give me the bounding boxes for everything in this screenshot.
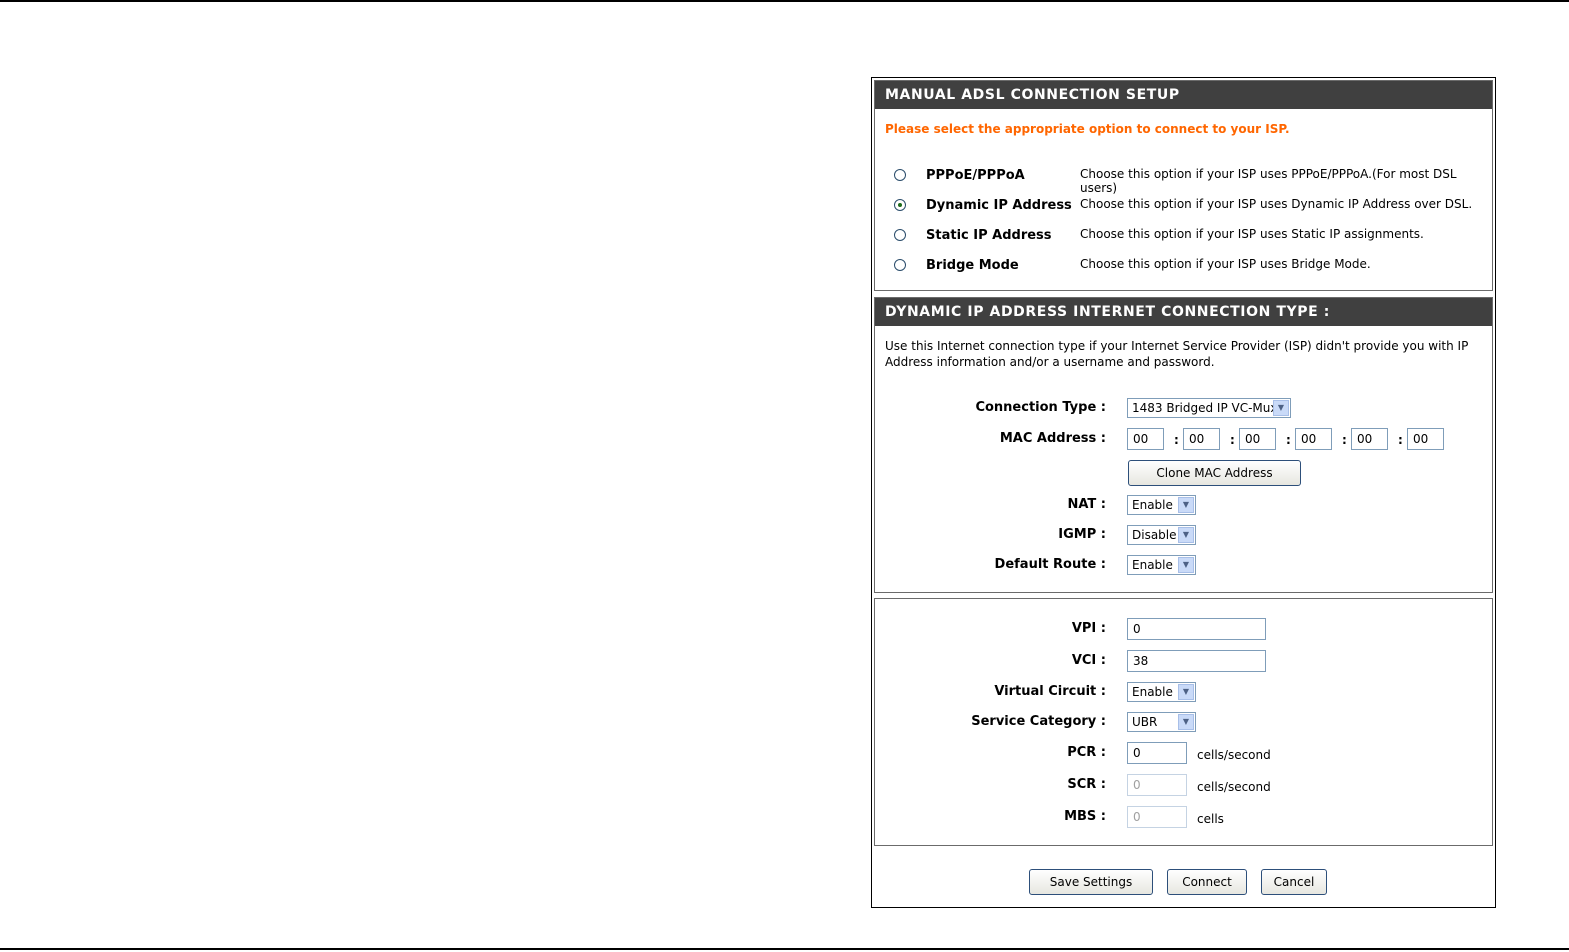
nat-label: NAT : <box>1067 497 1106 512</box>
chevron-down-icon[interactable]: ▼ <box>1178 527 1194 543</box>
dynamic-ip-description: Use this Internet connection type if you… <box>885 339 1469 369</box>
mac-separator: : <box>1398 433 1403 447</box>
isp-prompt: Please select the appropriate option to … <box>885 122 1290 136</box>
vpi-input[interactable]: 0 <box>1127 618 1266 640</box>
pcr-label: PCR : <box>1067 745 1106 760</box>
mac-octet-2[interactable]: 00 <box>1183 428 1220 450</box>
save-settings-button[interactable]: Save Settings <box>1029 869 1153 895</box>
service-category-value: UBR <box>1132 715 1158 729</box>
scr-unit: cells/second <box>1197 780 1271 794</box>
mac-octet-6[interactable]: 00 <box>1407 428 1444 450</box>
mac-separator: : <box>1342 433 1347 447</box>
nat-value: Enable <box>1132 498 1173 512</box>
mac-octet-1[interactable]: 00 <box>1127 428 1164 450</box>
service-category-label: Service Category : <box>971 714 1106 729</box>
connection-type-select[interactable]: 1483 Bridged IP VC-Mux ▼ <box>1127 398 1291 418</box>
mac-address-label: MAC Address : <box>999 431 1106 446</box>
mac-octet-3[interactable]: 00 <box>1239 428 1276 450</box>
mac-octet-4[interactable]: 00 <box>1295 428 1332 450</box>
vci-label: VCI : <box>1071 653 1106 668</box>
dynamic-ip-header: DYNAMIC IP ADDRESS INTERNET CONNECTION T… <box>875 298 1492 326</box>
virtual-circuit-value: Enable <box>1132 685 1173 699</box>
mbs-label: MBS : <box>1064 809 1106 824</box>
igmp-select[interactable]: Disable ▼ <box>1127 525 1196 545</box>
mac-octet-5[interactable]: 00 <box>1351 428 1388 450</box>
connection-type-label: Connection Type : <box>975 400 1106 415</box>
adsl-setup-panel: MANUAL ADSL CONNECTION SETUP Please sele… <box>871 77 1496 908</box>
top-rule <box>0 0 1569 2</box>
dynamic-ip-label: Dynamic IP Address <box>926 198 1072 213</box>
bridge-radio[interactable] <box>894 259 906 271</box>
atm-settings-section: VPI : 0 VCI : 38 Virtual Circuit : Enabl… <box>874 598 1493 846</box>
pcr-unit: cells/second <box>1197 748 1271 762</box>
dynamic-ip-radio[interactable] <box>894 199 906 211</box>
default-route-select[interactable]: Enable ▼ <box>1127 555 1196 575</box>
chevron-down-icon[interactable]: ▼ <box>1273 400 1289 416</box>
connect-button[interactable]: Connect <box>1167 869 1247 895</box>
dynamic-ip-desc: Choose this option if your ISP uses Dyna… <box>1080 197 1473 211</box>
pppoe-desc: Choose this option if your ISP uses PPPo… <box>1080 167 1457 195</box>
scr-input[interactable]: 0 <box>1127 774 1187 796</box>
bridge-desc: Choose this option if your ISP uses Brid… <box>1080 257 1371 271</box>
mbs-unit: cells <box>1197 812 1224 826</box>
static-ip-radio[interactable] <box>894 229 906 241</box>
manual-adsl-header: MANUAL ADSL CONNECTION SETUP <box>875 81 1492 109</box>
chevron-down-icon[interactable]: ▼ <box>1178 714 1194 730</box>
nat-select[interactable]: Enable ▼ <box>1127 495 1196 515</box>
pcr-input[interactable]: 0 <box>1127 742 1187 764</box>
bottom-rule <box>0 948 1569 950</box>
dynamic-ip-section: DYNAMIC IP ADDRESS INTERNET CONNECTION T… <box>874 297 1493 593</box>
virtual-circuit-select[interactable]: Enable ▼ <box>1127 682 1196 702</box>
mbs-input[interactable]: 0 <box>1127 806 1187 828</box>
chevron-down-icon[interactable]: ▼ <box>1178 684 1194 700</box>
manual-adsl-section: MANUAL ADSL CONNECTION SETUP Please sele… <box>874 80 1493 291</box>
bridge-label: Bridge Mode <box>926 258 1019 273</box>
pppoe-radio[interactable] <box>894 169 906 181</box>
static-ip-desc: Choose this option if your ISP uses Stat… <box>1080 227 1424 241</box>
mac-separator: : <box>1174 433 1179 447</box>
static-ip-label: Static IP Address <box>926 228 1052 243</box>
scr-label: SCR : <box>1067 777 1106 792</box>
vpi-label: VPI : <box>1071 621 1106 636</box>
service-category-select[interactable]: UBR ▼ <box>1127 712 1196 732</box>
mac-separator: : <box>1286 433 1291 447</box>
clone-mac-button[interactable]: Clone MAC Address <box>1128 460 1301 486</box>
virtual-circuit-label: Virtual Circuit : <box>994 684 1106 699</box>
pppoe-label: PPPoE/PPPoA <box>926 168 1025 183</box>
chevron-down-icon[interactable]: ▼ <box>1178 497 1194 513</box>
igmp-value: Disable <box>1132 528 1177 542</box>
actions-section: Save Settings Connect Cancel <box>874 849 1493 905</box>
cancel-button[interactable]: Cancel <box>1261 869 1327 895</box>
connection-type-value: 1483 Bridged IP VC-Mux <box>1132 401 1278 415</box>
default-route-label: Default Route : <box>994 557 1106 572</box>
igmp-label: IGMP : <box>1058 527 1106 542</box>
vci-input[interactable]: 38 <box>1127 650 1266 672</box>
default-route-value: Enable <box>1132 558 1173 572</box>
chevron-down-icon[interactable]: ▼ <box>1178 557 1194 573</box>
mac-separator: : <box>1230 433 1235 447</box>
